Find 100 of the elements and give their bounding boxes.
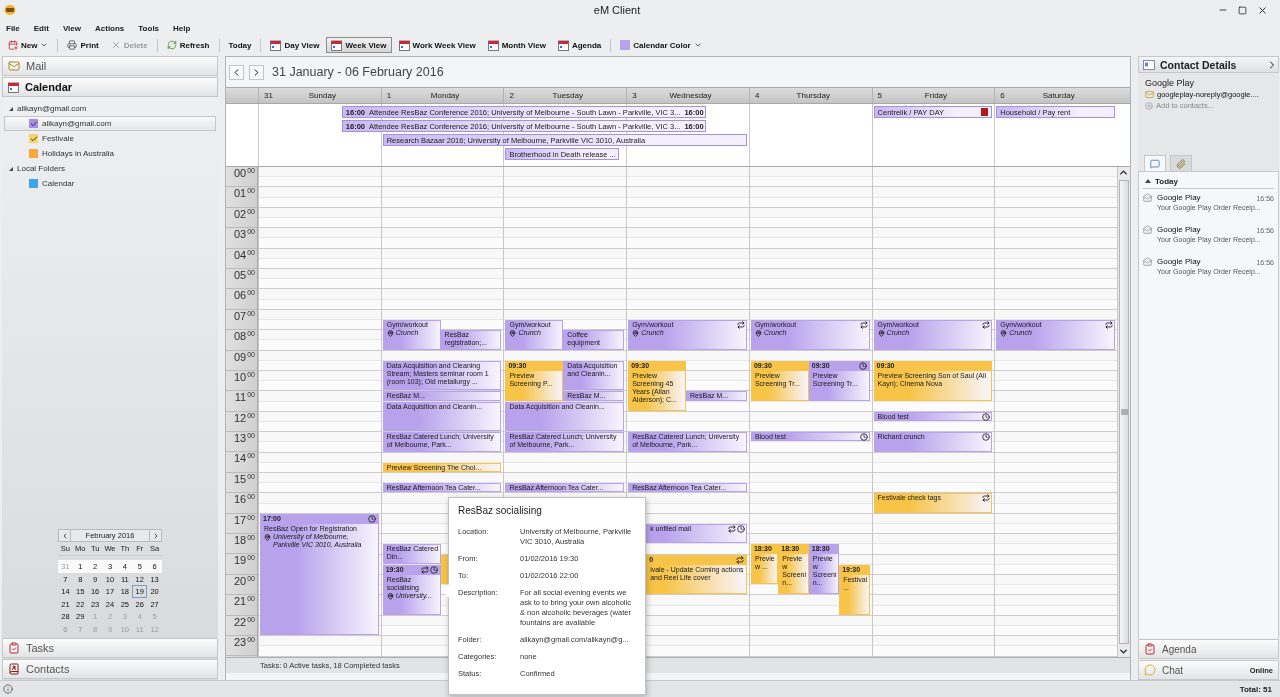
day-number: 3 [632, 91, 638, 100]
pin-icon [264, 533, 271, 541]
toolbar-button[interactable]: Today [223, 37, 257, 53]
printer-icon [67, 40, 78, 50]
hour-label: 02 [233, 207, 247, 221]
repeat-icon [420, 565, 429, 574]
previous-week-button[interactable] [229, 64, 244, 80]
open-envelope-icon [1143, 257, 1152, 266]
expand-triangle-icon[interactable] [8, 165, 14, 172]
calendar-checkbox[interactable] [29, 179, 38, 188]
window-title: eM Client [592, 4, 642, 16]
day-number: 5 [877, 91, 884, 100]
day-number: 31 [264, 91, 274, 100]
refresh-icon [166, 40, 177, 50]
folder-label[interactable]: alikayn@gmail.com [17, 104, 87, 113]
panel-title: Contact Details [1160, 58, 1238, 71]
calendar-name: Festivale [42, 134, 74, 143]
calendar-list-item[interactable]: Calendar [4, 176, 216, 191]
calendar-checkbox[interactable] [29, 134, 38, 143]
hour-label: 21 [233, 595, 247, 609]
scroll-down-icon[interactable] [1118, 646, 1130, 657]
grip-icon[interactable] [1120, 409, 1128, 415]
calendar-color-button[interactable]: Calendar Color [615, 37, 707, 53]
message-sender: Google Play [1157, 257, 1202, 268]
view-button[interactable]: Work Week View [393, 37, 481, 53]
menu-item[interactable]: Tools [138, 23, 160, 33]
maximize-icon[interactable] [1238, 5, 1247, 15]
day-name: Tuesday [551, 91, 584, 100]
view-button[interactable]: Day View [265, 37, 325, 53]
tasks-icon [8, 642, 20, 654]
contact-card-icon [1143, 59, 1155, 70]
day-number: 6 [1000, 91, 1006, 100]
hour-label: 00 [233, 167, 247, 180]
folder-label[interactable]: Local Folders [17, 164, 66, 173]
toolbar-button[interactable]: Print [62, 37, 104, 53]
calendar-list-item[interactable]: alikayn@gmail.com [4, 116, 216, 131]
close-icon [110, 40, 121, 50]
expand-triangle-icon[interactable] [1145, 178, 1151, 184]
hour-label: 19 [233, 554, 247, 568]
agenda-icon [1144, 643, 1156, 655]
toolbar-button[interactable]: Refresh [161, 37, 215, 53]
day-name: Friday [923, 91, 949, 100]
nav-button[interactable]: Contacts [2, 659, 218, 679]
message-sender: Google Play [1157, 193, 1202, 204]
info-icon [3, 684, 13, 694]
view-button[interactable]: Agenda [552, 37, 607, 53]
add-icon [1145, 101, 1153, 110]
hour-label: 15 [233, 472, 247, 486]
close-icon[interactable] [1257, 4, 1268, 16]
calendar-checkbox[interactable] [29, 119, 38, 128]
hour-label: 16 [233, 493, 247, 507]
hour-label: 18 [233, 534, 247, 548]
day-name: Thursday [795, 91, 831, 100]
hour-label: 07 [233, 309, 247, 323]
menu-item[interactable]: File [6, 23, 20, 33]
hour-label: 04 [233, 248, 247, 262]
menu-item[interactable]: Actions [95, 23, 125, 33]
nav-button[interactable]: Tasks [2, 638, 218, 658]
calendar-plus-icon [8, 40, 18, 50]
calendar-name: Holidays in Australia [42, 149, 115, 158]
message-sender: Google Play [1157, 225, 1202, 236]
hour-label: 14 [233, 452, 247, 466]
nav-button[interactable]: Mail [2, 56, 218, 76]
repeat-icon [736, 321, 745, 329]
view-button[interactable]: Month View [482, 37, 551, 53]
scrollbar[interactable] [1117, 167, 1131, 657]
repeat-icon [1105, 321, 1114, 329]
menu-item[interactable]: Edit [33, 23, 49, 33]
panel-tab[interactable] [1144, 155, 1166, 171]
calendar-name: Calendar [42, 179, 75, 188]
caret-icon [693, 41, 702, 49]
envelope-icon [8, 60, 20, 72]
open-envelope-icon [1143, 225, 1152, 234]
hour-label: 22 [233, 615, 247, 629]
view-button[interactable]: Week View [326, 37, 392, 53]
calendar-list-item[interactable]: Holidays in Australia [4, 146, 216, 161]
scroll-up-icon[interactable] [1118, 167, 1130, 178]
menu-item[interactable]: View [62, 23, 81, 33]
calendar-icon [331, 39, 343, 51]
caret-icon [40, 41, 49, 49]
nav-button[interactable]: Calendar [2, 77, 218, 97]
toolbar-button[interactable]: New [3, 37, 54, 53]
date-range-title: 31 January - 06 February 2016 [272, 65, 444, 79]
clock-icon [367, 514, 376, 523]
next-week-button[interactable] [249, 64, 264, 80]
nav-button[interactable]: Agenda [1138, 639, 1279, 659]
panel-tab[interactable] [1170, 155, 1192, 171]
expand-triangle-icon[interactable] [8, 105, 14, 112]
app-logo-icon [4, 4, 16, 16]
clock-icon [982, 412, 991, 421]
message-icon [1150, 158, 1160, 169]
menu-item[interactable]: Help [173, 23, 191, 33]
day-name: Wednesday [668, 91, 713, 100]
calendar-icon [8, 81, 19, 93]
calendar-icon [487, 39, 499, 51]
day-number: 4 [754, 91, 761, 100]
calendar-checkbox[interactable] [29, 149, 38, 158]
hour-label: 17 [233, 513, 247, 527]
pin-icon [877, 330, 885, 337]
calendar-list-item[interactable]: Festivale [4, 131, 216, 146]
